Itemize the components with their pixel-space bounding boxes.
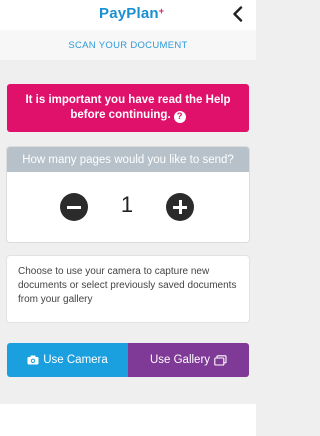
use-gallery-button[interactable]: Use Gallery xyxy=(128,343,249,377)
use-gallery-label: Use Gallery xyxy=(149,354,211,366)
page-count: 1 xyxy=(120,192,134,217)
chevron-left-icon xyxy=(232,6,242,22)
back-button[interactable] xyxy=(227,2,247,26)
decrease-pages-button[interactable] xyxy=(60,193,88,221)
info-text: Choose to use your camera to capture new… xyxy=(18,266,237,305)
page-subtitle: SCAN YOUR DOCUMENT xyxy=(68,39,188,51)
pages-header: How many pages would you like to send? xyxy=(7,147,249,172)
increase-pages-button[interactable] xyxy=(166,193,194,221)
use-camera-button[interactable]: Use Camera xyxy=(7,343,128,377)
logo-plus-mark: + xyxy=(158,6,165,16)
use-camera-label: Use Camera xyxy=(43,354,108,366)
bottom-area xyxy=(0,404,256,436)
logo-text: PayPlan xyxy=(99,5,159,22)
quantity-stepper: 1 xyxy=(7,172,249,242)
subtitle-bar: SCAN YOUR DOCUMENT xyxy=(0,30,256,60)
help-banner-text-wrap: It is important you have read the Help b… xyxy=(7,93,249,123)
info-card: Choose to use your camera to capture new… xyxy=(7,256,249,322)
top-bar: PayPlan+ xyxy=(0,0,256,30)
capture-actions: Use Camera Use Gallery xyxy=(7,343,249,377)
help-banner[interactable]: It is important you have read the Help b… xyxy=(7,84,249,132)
app-logo: PayPlan+ xyxy=(99,5,164,22)
gallery-icon xyxy=(214,354,227,366)
question-circle-icon[interactable]: ? xyxy=(173,111,186,123)
help-banner-text: It is important you have read the Help b… xyxy=(25,94,231,121)
pages-question: How many pages would you like to send? xyxy=(22,153,234,166)
camera-icon xyxy=(27,355,39,365)
pages-card: How many pages would you like to send? 1 xyxy=(7,147,249,242)
